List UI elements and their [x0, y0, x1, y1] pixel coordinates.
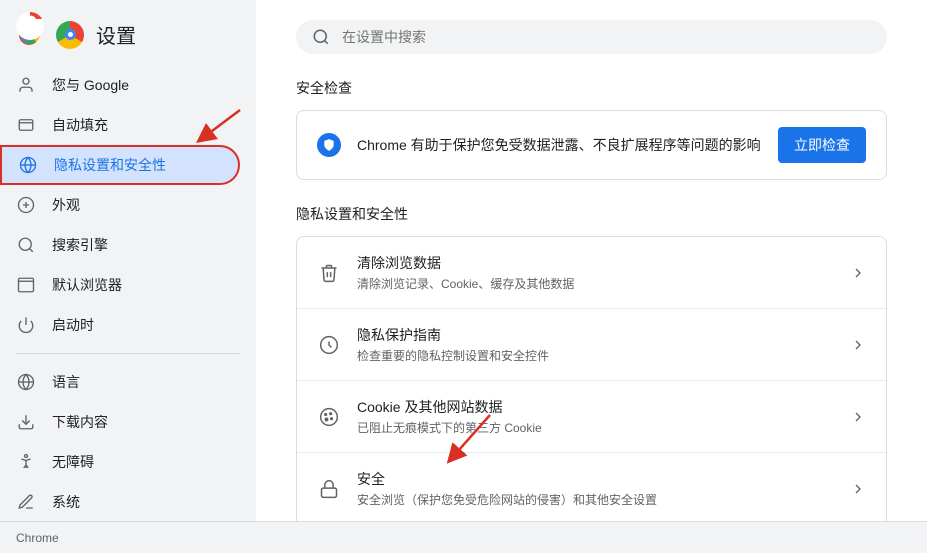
privacy-item-title: 安全	[357, 469, 834, 489]
sidebar-item-startup[interactable]: 启动时	[0, 305, 240, 345]
power-icon	[16, 315, 36, 335]
autofill-icon	[16, 115, 36, 135]
privacy-item-clear-data[interactable]: 清除浏览数据 清除浏览记录、Cookie、缓存及其他数据	[297, 237, 886, 309]
sidebar-item-label: 启动时	[52, 315, 94, 335]
cookie-icon	[317, 405, 341, 429]
privacy-item-content: Cookie 及其他网站数据 已阻止无痕模式下的第三方 Cookie	[357, 397, 834, 436]
settings-search-input[interactable]	[342, 29, 871, 45]
sidebar-item-google[interactable]: 您与 Google	[0, 65, 240, 105]
sidebar-item-label: 语言	[52, 372, 80, 392]
accessibility-icon	[16, 452, 36, 472]
sidebar-item-label: 隐私设置和安全性	[54, 155, 166, 175]
privacy-section-title: 隐私设置和安全性	[296, 204, 887, 224]
privacy-item-desc: 检查重要的隐私控制设置和安全控件	[357, 347, 834, 364]
system-icon	[16, 492, 36, 512]
sidebar-divider-1	[16, 353, 240, 354]
sidebar-item-label: 系统	[52, 492, 80, 512]
safety-check-description: Chrome 有助于保护您免受数据泄露、不良扩展程序等问题的影响	[357, 135, 762, 155]
sidebar-item-appearance[interactable]: 外观	[0, 185, 240, 225]
sidebar-item-accessibility[interactable]: 无障碍	[0, 442, 240, 482]
bottom-bar: Chrome	[0, 521, 927, 553]
safety-check-card: Chrome 有助于保护您免受数据泄露、不良扩展程序等问题的影响 立即检查	[296, 110, 887, 180]
sidebar-item-label: 外观	[52, 195, 80, 215]
search-bar	[296, 20, 887, 54]
shield-eye-icon	[317, 333, 341, 357]
privacy-section: 清除浏览数据 清除浏览记录、Cookie、缓存及其他数据 隐私保护指南 检查重要…	[296, 236, 887, 521]
sidebar-item-label: 无障碍	[52, 452, 94, 472]
chrome-logo-icon	[16, 12, 44, 40]
trash-icon	[317, 261, 341, 285]
sidebar-item-label: 默认浏览器	[52, 275, 122, 295]
search-icon	[312, 28, 330, 46]
privacy-item-security[interactable]: 安全 安全浏览（保护您免受危险网站的侵害）和其他安全设置	[297, 453, 886, 521]
safety-check-button[interactable]: 立即检查	[778, 127, 866, 163]
privacy-item-title: 隐私保护指南	[357, 325, 834, 345]
person-icon	[16, 75, 36, 95]
chevron-right-icon	[850, 409, 866, 425]
sidebar-item-privacy[interactable]: 隐私设置和安全性	[0, 145, 240, 185]
lock-icon	[317, 477, 341, 501]
sidebar-item-label: 自动填充	[52, 115, 108, 135]
privacy-item-title: Cookie 及其他网站数据	[357, 397, 834, 417]
privacy-item-cookies[interactable]: Cookie 及其他网站数据 已阻止无痕模式下的第三方 Cookie	[297, 381, 886, 453]
privacy-item-desc: 清除浏览记录、Cookie、缓存及其他数据	[357, 275, 834, 292]
sidebar-item-search[interactable]: 搜索引擎	[0, 225, 240, 265]
safety-check-section-title: 安全检查	[296, 78, 887, 98]
privacy-item-content: 清除浏览数据 清除浏览记录、Cookie、缓存及其他数据	[357, 253, 834, 292]
sidebar-item-downloads[interactable]: 下载内容	[0, 402, 240, 442]
chrome-logo-icon	[56, 21, 84, 49]
sidebar-item-label: 下载内容	[52, 412, 108, 432]
download-icon	[16, 412, 36, 432]
sidebar-item-language[interactable]: 语言	[0, 362, 240, 402]
search-engine-icon	[16, 235, 36, 255]
chevron-right-icon	[850, 337, 866, 353]
sidebar-item-system[interactable]: 系统	[0, 482, 240, 521]
privacy-item-title: 清除浏览数据	[357, 253, 834, 273]
sidebar-item-label: 搜索引擎	[52, 235, 108, 255]
safety-shield-icon	[317, 133, 341, 157]
privacy-item-desc: 安全浏览（保护您免受危险网站的侵害）和其他安全设置	[357, 491, 834, 508]
sidebar-item-default-browser[interactable]: 默认浏览器	[0, 265, 240, 305]
privacy-item-desc: 已阻止无痕模式下的第三方 Cookie	[357, 419, 834, 436]
bottom-bar-label: Chrome	[16, 531, 59, 545]
chevron-right-icon	[850, 481, 866, 497]
privacy-item-content: 隐私保护指南 检查重要的隐私控制设置和安全控件	[357, 325, 834, 364]
chevron-right-icon	[850, 265, 866, 281]
main-content: 安全检查 Chrome 有助于保护您免受数据泄露、不良扩展程序等问题的影响 立即…	[256, 0, 927, 521]
sidebar-item-autofill[interactable]: 自动填充	[0, 105, 240, 145]
browser-icon	[16, 275, 36, 295]
settings-title: 设置	[96, 20, 136, 49]
sidebar-nav: 您与 Google 自动填充 隐私设置和安全性	[0, 65, 256, 521]
appearance-icon	[16, 195, 36, 215]
sidebar: 设置 您与 Google 自动填充 隐私	[0, 0, 256, 521]
privacy-icon	[18, 155, 38, 175]
language-icon	[16, 372, 36, 392]
privacy-item-content: 安全 安全浏览（保护您免受危险网站的侵害）和其他安全设置	[357, 469, 834, 508]
privacy-item-guide[interactable]: 隐私保护指南 检查重要的隐私控制设置和安全控件	[297, 309, 886, 381]
sidebar-header: 设置	[0, 12, 256, 65]
sidebar-item-label: 您与 Google	[52, 75, 129, 95]
